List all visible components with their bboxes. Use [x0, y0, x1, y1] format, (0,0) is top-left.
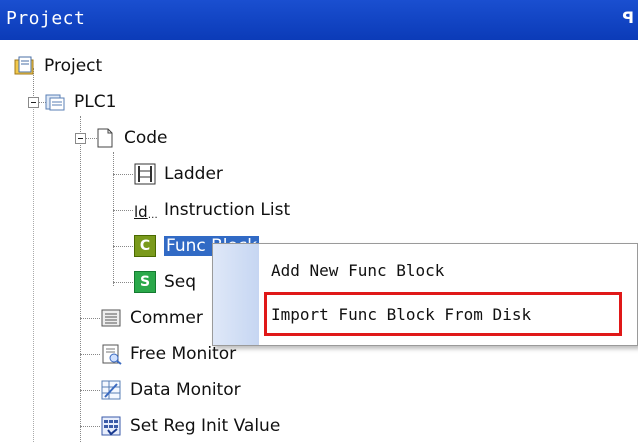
instruction-list-icon: ld… — [134, 199, 158, 221]
tree-label: Instruction List — [164, 200, 291, 220]
tree-line — [113, 174, 133, 175]
pin-icon[interactable]: ꟼ — [622, 8, 634, 27]
collapse-toggle-code[interactable] — [75, 133, 86, 144]
tree-line — [80, 318, 100, 319]
collapse-toggle-plc1[interactable] — [28, 97, 39, 108]
instruction-icon-text: ld — [134, 203, 148, 221]
project-folder-icon — [14, 55, 36, 77]
tree-item-plc1[interactable]: PLC1 — [44, 86, 116, 118]
tree-item-data-monitor[interactable]: Data Monitor — [100, 374, 241, 406]
tree-label: Ladder — [164, 164, 223, 184]
tree-label: PLC1 — [74, 92, 117, 112]
sequence-icon: S — [134, 271, 156, 293]
tree-item-set-reg-init[interactable]: Set Reg Init Value — [100, 410, 280, 442]
tree-label: Commer — [130, 308, 203, 328]
tree-line — [80, 390, 100, 391]
set-reg-init-icon — [100, 415, 122, 437]
plc-icon — [44, 91, 66, 113]
ladder-icon — [134, 163, 156, 185]
highlight-annotation-box — [264, 292, 622, 336]
tree-label: Data Monitor — [130, 380, 241, 400]
tree-line — [80, 426, 100, 427]
tree-label: Project — [44, 56, 103, 76]
tree-item-comment[interactable]: Commer — [100, 302, 203, 334]
tree-line — [80, 116, 81, 442]
func-block-icon: C — [134, 235, 156, 257]
tree-line — [113, 210, 133, 211]
tree-line — [80, 354, 100, 355]
tree-item-sequence[interactable]: S Seq — [134, 266, 196, 298]
document-icon — [94, 127, 116, 149]
tree-label: Seq — [164, 272, 197, 292]
panel-title-bar: Project ꟼ — [0, 0, 638, 40]
data-monitor-icon — [100, 379, 122, 401]
tree-label: Free Monitor — [130, 344, 237, 364]
tree-item-instruction-list[interactable]: ld… Instruction List — [134, 194, 290, 226]
sequence-icon-text: S — [139, 274, 151, 290]
project-tree: Project PLC1 Code Ladder ld… Instruction… — [0, 40, 638, 442]
comment-icon — [100, 307, 122, 329]
tree-line — [113, 246, 133, 247]
panel-title: Project — [6, 8, 86, 29]
tree-line — [33, 102, 34, 442]
menu-icon-gutter — [213, 244, 259, 345]
tree-line — [113, 282, 133, 283]
tree-label: Code — [124, 128, 168, 148]
free-monitor-icon — [100, 343, 122, 365]
tree-item-ladder[interactable]: Ladder — [134, 158, 223, 190]
tree-item-code[interactable]: Code — [94, 122, 168, 154]
menu-item-add-new-func-block[interactable]: Add New Func Block — [271, 252, 444, 288]
instruction-icon-dots: … — [147, 210, 158, 221]
tree-line — [113, 152, 114, 286]
tree-item-project[interactable]: Project — [14, 50, 102, 82]
func-icon-text: C — [139, 238, 151, 254]
tree-label: Set Reg Init Value — [130, 416, 281, 436]
